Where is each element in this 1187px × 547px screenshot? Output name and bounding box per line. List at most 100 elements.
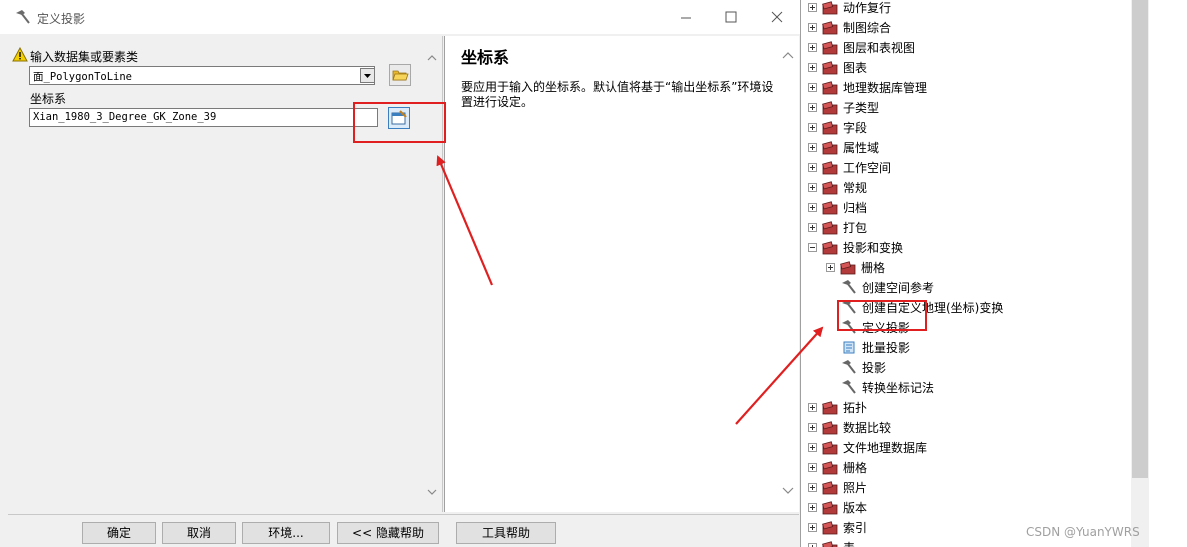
tree-item[interactable]: 栅格 [808,457,867,477]
tree-item[interactable]: 打包 [808,217,867,237]
hide-help-button[interactable]: << 隐藏帮助 [337,522,439,544]
environments-button[interactable]: 环境... [242,522,330,544]
expand-icon[interactable] [808,222,817,232]
hammer-icon [14,9,32,25]
expand-icon[interactable] [808,122,817,132]
toolbox-icon [821,80,839,95]
tree-item[interactable]: 地理数据库管理 [808,77,927,97]
tree-item-label: 打包 [843,220,868,235]
help-scroll-down-icon[interactable] [781,484,795,496]
browse-folder-button[interactable] [389,64,411,86]
annotation-box-define-projection [837,300,927,331]
tree-item-label: 转换坐标记法 [862,380,935,395]
tree-item[interactable]: 批量投影 [826,337,910,357]
toolbox-icon [821,460,839,475]
tool-help-button[interactable]: 工具帮助 [456,522,556,544]
expand-icon[interactable] [808,42,817,52]
toolbox-icon [821,160,839,175]
tree-item[interactable]: 归档 [808,197,867,217]
expand-icon[interactable] [808,482,817,492]
expand-icon[interactable] [808,82,817,92]
expand-icon[interactable] [808,502,817,512]
tree-item[interactable]: 图层和表视图 [808,37,915,57]
help-text: 要应用于输入的坐标系。默认值将基于“输出坐标系”环境设置进行设定。 [461,80,774,109]
expand-icon[interactable] [808,142,817,152]
tree-item[interactable]: 投影 [826,357,886,377]
tree-item[interactable]: 动作复行 [808,0,891,17]
expand-icon[interactable] [808,402,817,412]
expand-icon[interactable] [808,62,817,72]
tree-item-label: 批量投影 [862,340,911,355]
toolbox-icon [821,0,839,15]
expand-icon[interactable] [808,522,817,532]
expand-icon[interactable] [808,102,817,112]
expand-icon[interactable] [808,2,817,12]
toolbox-icon [821,120,839,135]
help-scroll-up-icon[interactable] [781,50,795,62]
tree-item[interactable]: 数据比较 [808,417,891,437]
tree-item[interactable]: 版本 [808,497,867,517]
close-button[interactable] [766,6,788,28]
tree-item[interactable]: 字段 [808,117,867,137]
tree-item-label: 数据比较 [843,420,892,435]
tree-item[interactable]: 属性域 [808,137,879,157]
tree-item[interactable]: 图表 [808,57,867,77]
maximize-button[interactable] [720,6,742,28]
minimize-button[interactable] [675,6,697,28]
tree-item-label: 表 [843,539,855,547]
expand-icon[interactable] [808,462,817,472]
coordinate-system-label: 坐标系 [30,92,67,106]
chevron-down-icon[interactable] [360,68,375,83]
tree-item[interactable]: 子类型 [808,97,879,117]
tree-item[interactable]: 制图综合 [808,17,891,37]
collapse-icon[interactable] [808,242,817,252]
toolbox-icon [821,540,839,547]
tree-item[interactable]: 文件地理数据库 [808,437,927,457]
scroll-down-icon[interactable] [426,486,438,496]
tree-item-label: 栅格 [843,460,868,475]
toolbox-icon [821,420,839,435]
coordinate-system-field[interactable]: Xian_1980_3_Degree_GK_Zone_39 [29,108,378,127]
tree-item-label: 投影 [862,360,887,375]
input-dataset-combobox[interactable]: 面_PolygonToLine [29,66,375,85]
expand-icon[interactable] [808,22,817,32]
tree-item[interactable]: 常规 [808,177,867,197]
toolbox-icon [821,180,839,195]
tree-scroll-thumb[interactable] [1132,0,1148,478]
script-tool-icon [841,339,857,355]
toolbox-icon [821,220,839,235]
tree-item[interactable]: 转换坐标记法 [826,377,934,397]
hammer-icon [841,279,857,295]
tree-item[interactable]: 工作空间 [808,157,891,177]
expand-icon[interactable] [808,162,817,172]
toolbox-icon [821,140,839,155]
help-title: 坐标系 [461,48,510,67]
tree-item-label: 字段 [843,120,868,135]
ok-button[interactable]: 确定 [82,522,156,544]
expand-icon[interactable] [808,442,817,452]
expand-icon[interactable] [826,262,835,272]
toolbox-icon [839,260,857,275]
input-dataset-label: 输入数据集或要素类 [30,50,139,64]
expand-icon[interactable] [808,182,817,192]
tree-item[interactable]: 创建空间参考 [826,277,934,297]
tree-item[interactable]: 投影和变换 [808,237,903,257]
expand-icon[interactable] [808,542,817,547]
expand-icon[interactable] [808,422,817,432]
tree-item[interactable]: 栅格 [826,257,885,277]
expand-icon[interactable] [808,202,817,212]
toolbox-icon [821,400,839,415]
tree-item-label: 版本 [843,500,868,515]
tree-item[interactable]: 表 [808,537,855,547]
open-folder-icon [392,70,409,81]
tree-item[interactable]: 拓扑 [808,397,867,417]
scroll-up-icon[interactable] [426,52,438,62]
tree-item-label: 地理数据库管理 [843,80,928,95]
tree-item-label: 栅格 [861,260,886,275]
cancel-button[interactable]: 取消 [162,522,236,544]
tree-item[interactable]: 索引 [808,517,867,537]
tree-item-label: 图层和表视图 [843,40,916,55]
tree-item[interactable]: 照片 [808,477,867,497]
tree-item-label: 动作复行 [843,0,892,15]
hammer-icon [841,359,857,375]
